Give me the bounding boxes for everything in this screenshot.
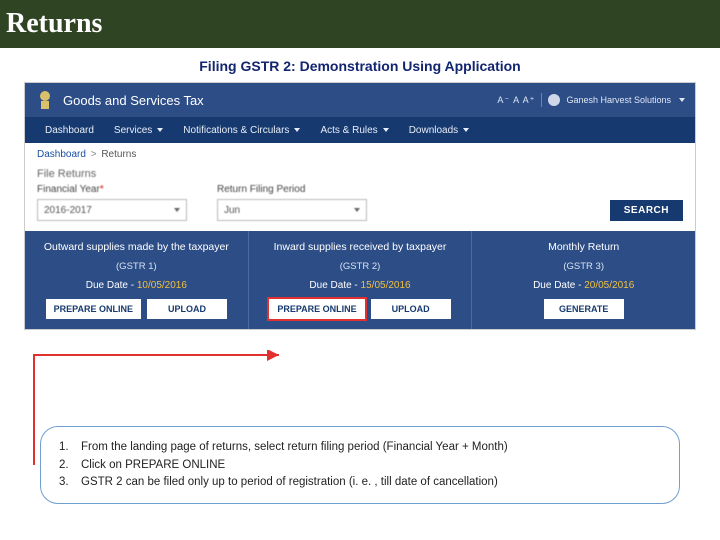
fy-select[interactable]: 2016-2017	[37, 199, 187, 221]
chevron-down-icon	[174, 208, 180, 212]
button-row: PREPARE ONLINE UPLOAD	[33, 299, 240, 319]
due-date: 10/05/2016	[137, 280, 187, 291]
label-text: Financial Year	[37, 184, 100, 195]
navbar: Dashboard Services Notifications & Circu…	[25, 117, 695, 143]
breadcrumb-current: Returns	[101, 149, 136, 160]
card-title: Outward supplies made by the taxpayer	[33, 241, 240, 253]
select-value: 2016-2017	[44, 205, 92, 216]
list-item: 1.From the landing page of returns, sele…	[59, 439, 661, 456]
return-period-field: Return Filing Period Jun	[217, 184, 367, 221]
due-label: Due Date -	[533, 280, 581, 291]
nav-label: Dashboard	[45, 125, 94, 136]
due-row: Due Date - 10/05/2016	[33, 280, 240, 291]
nav-downloads[interactable]: Downloads	[399, 125, 479, 136]
search-button[interactable]: SEARCH	[610, 200, 683, 221]
due-label: Due Date -	[86, 280, 134, 291]
button-row: GENERATE	[480, 299, 687, 319]
divider	[541, 93, 542, 107]
fy-label: Financial Year*	[37, 184, 187, 195]
prepare-online-button[interactable]: PREPARE ONLINE	[46, 299, 141, 319]
card-gstr3: Monthly Return (GSTR 3) Due Date - 20/05…	[472, 231, 695, 329]
user-name[interactable]: Ganesh Harvest Solutions	[566, 95, 671, 105]
font-size-control[interactable]: A⁻ A A⁺	[497, 95, 535, 106]
nav-label: Services	[114, 125, 152, 136]
upload-button[interactable]: UPLOAD	[371, 299, 451, 319]
item-text: From the landing page of returns, select…	[81, 439, 508, 456]
card-sub: (GSTR 1)	[33, 261, 240, 272]
required-mark: *	[100, 184, 104, 195]
financial-year-field: Financial Year* 2016-2017	[37, 184, 187, 221]
nav-services[interactable]: Services	[104, 125, 173, 136]
item-number: 1.	[59, 439, 81, 456]
list-item: 3.GSTR 2 can be filed only up to period …	[59, 474, 661, 491]
slide-title: Returns	[6, 8, 714, 40]
card-sub: (GSTR 2)	[257, 261, 464, 272]
item-number: 3.	[59, 474, 81, 491]
due-label: Due Date -	[309, 280, 357, 291]
nav-label: Notifications & Circulars	[183, 125, 289, 136]
nav-label: Acts & Rules	[320, 125, 377, 136]
generate-button[interactable]: GENERATE	[544, 299, 624, 319]
breadcrumb-sep: >	[91, 149, 97, 160]
app-frame: Goods and Services Tax A⁻ A A⁺ Ganesh Ha…	[24, 82, 696, 330]
app-title: Goods and Services Tax	[63, 93, 497, 108]
prepare-online-button[interactable]: PREPARE ONLINE	[269, 299, 364, 319]
slide-title-bar: Returns	[0, 0, 720, 48]
nav-acts[interactable]: Acts & Rules	[310, 125, 398, 136]
due-date: 15/05/2016	[361, 280, 411, 291]
breadcrumb: Dashboard > Returns	[25, 143, 695, 166]
chevron-down-icon[interactable]	[679, 98, 685, 102]
card-title: Monthly Return	[480, 241, 687, 253]
nav-dashboard[interactable]: Dashboard	[35, 125, 104, 136]
nav-label: Downloads	[409, 125, 458, 136]
card-gstr1: Outward supplies made by the taxpayer (G…	[25, 231, 249, 329]
chevron-down-icon	[157, 128, 163, 132]
select-value: Jun	[224, 205, 240, 216]
chevron-down-icon	[383, 128, 389, 132]
chevron-down-icon	[463, 128, 469, 132]
card-gstr2: Inward supplies received by taxpayer (GS…	[249, 231, 473, 329]
period-select[interactable]: Jun	[217, 199, 367, 221]
period-label: Return Filing Period	[217, 184, 367, 195]
emblem-icon	[35, 89, 55, 111]
upload-button[interactable]: UPLOAD	[147, 299, 227, 319]
card-title: Inward supplies received by taxpayer	[257, 241, 464, 253]
chevron-down-icon	[354, 208, 360, 212]
item-number: 2.	[59, 457, 81, 474]
filter-form: Financial Year* 2016-2017 Return Filing …	[25, 184, 695, 231]
header-right: A⁻ A A⁺ Ganesh Harvest Solutions	[497, 93, 685, 107]
card-sub: (GSTR 3)	[480, 261, 687, 272]
user-icon	[548, 94, 560, 106]
section-title: File Returns	[25, 166, 695, 184]
chevron-down-icon	[294, 128, 300, 132]
list-item: 2.Click on PREPARE ONLINE	[59, 457, 661, 474]
button-row: PREPARE ONLINE UPLOAD	[257, 299, 464, 319]
due-row: Due Date - 15/05/2016	[257, 280, 464, 291]
slide-subheading: Filing GSTR 2: Demonstration Using Appli…	[0, 58, 720, 74]
due-date: 20/05/2016	[584, 280, 634, 291]
instruction-callout: 1.From the landing page of returns, sele…	[40, 426, 680, 504]
due-row: Due Date - 20/05/2016	[480, 280, 687, 291]
item-text: Click on PREPARE ONLINE	[81, 457, 225, 474]
breadcrumb-root[interactable]: Dashboard	[37, 149, 86, 160]
item-text: GSTR 2 can be filed only up to period of…	[81, 474, 498, 491]
app-header: Goods and Services Tax A⁻ A A⁺ Ganesh Ha…	[25, 83, 695, 117]
return-cards: Outward supplies made by the taxpayer (G…	[25, 231, 695, 329]
nav-notifications[interactable]: Notifications & Circulars	[173, 125, 310, 136]
